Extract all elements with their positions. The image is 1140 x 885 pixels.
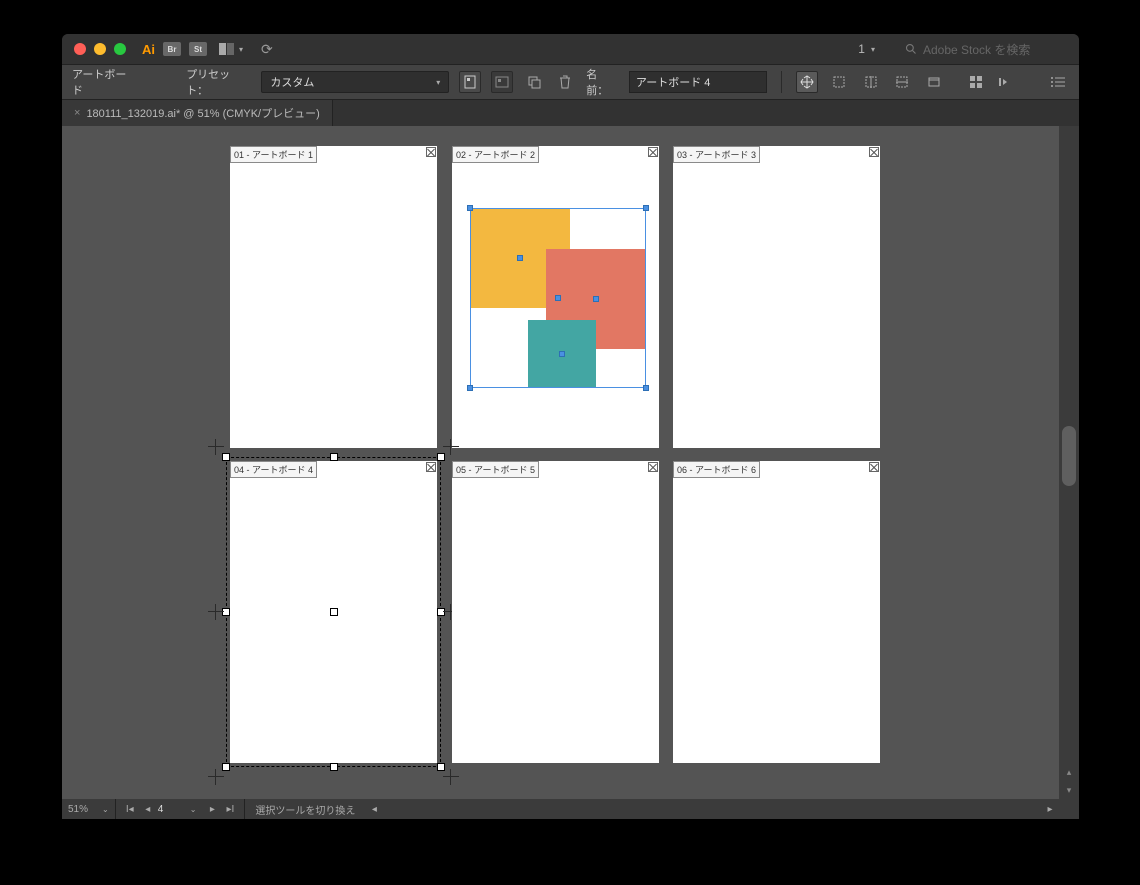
artboard-name-input[interactable]: アートボード 4 <box>629 71 767 93</box>
scroll-down-icon[interactable]: ▾ <box>1059 781 1079 799</box>
document-tabs: × 180111_132019.ai* @ 51% (CMYK/プレビュー) <box>62 100 1079 126</box>
align-btn-1[interactable] <box>828 71 850 93</box>
close-tab-icon[interactable]: × <box>74 107 80 119</box>
scroll-left-icon[interactable]: ◂ <box>365 804 383 815</box>
artboard-close-icon[interactable] <box>869 147 879 157</box>
search-placeholder: Adobe Stock を検索 <box>923 41 1030 58</box>
artboard-options-button[interactable] <box>923 71 945 93</box>
panel-menu-button[interactable] <box>1047 71 1069 93</box>
orientation-landscape-button[interactable] <box>491 71 513 93</box>
close-window-button[interactable] <box>74 43 86 55</box>
panel-toggle-button[interactable] <box>993 71 1015 93</box>
selection-anchor[interactable] <box>555 295 561 301</box>
window-controls <box>74 43 126 55</box>
status-bar: 51% ⌄ I◂ ◂ 4 ⌄ ▸ ▸I 選択ツールを切り換え ◂ ▸ <box>62 799 1059 819</box>
document-tab[interactable]: × 180111_132019.ai* @ 51% (CMYK/プレビュー) <box>62 100 333 126</box>
name-label: 名前： <box>586 66 619 98</box>
artboard-label: 01 - アートボード 1 <box>230 146 317 163</box>
rearrange-all-button[interactable] <box>965 71 987 93</box>
gpu-preview-icon[interactable]: ⟳ <box>261 41 273 58</box>
stock-icon[interactable]: St <box>189 42 207 56</box>
scrollbar-corner <box>1059 799 1079 819</box>
stock-search[interactable]: Adobe Stock を検索 <box>897 39 1067 60</box>
resize-handle[interactable] <box>330 453 338 461</box>
orientation-portrait-button[interactable] <box>459 71 481 93</box>
tool-mode-label: アートボード <box>72 66 137 98</box>
crop-mark <box>208 604 224 620</box>
selection-anchor[interactable] <box>643 385 649 391</box>
zoom-level[interactable]: 51% ⌄ <box>62 799 116 819</box>
crop-mark <box>443 769 459 785</box>
workspace-number: 1 <box>858 42 865 56</box>
bridge-icon[interactable]: Br <box>163 42 181 56</box>
crop-mark <box>443 439 459 455</box>
crop-mark <box>208 439 224 455</box>
chevron-down-icon: ⌄ <box>102 805 109 814</box>
document-tab-title: 180111_132019.ai* @ 51% (CMYK/プレビュー) <box>86 105 319 121</box>
control-bar: アートボード プリセット： カスタム ▾ 名前： アートボード 4 <box>62 64 1079 100</box>
center-handle[interactable] <box>330 608 338 616</box>
scroll-right-icon[interactable]: ▸ <box>1041 804 1059 815</box>
artboard[interactable]: 06 - アートボード 6 <box>673 461 880 763</box>
app-window: Ai Br St ▾ ⟳ 1 ▾ Adobe Stock を検索 アートボード … <box>62 34 1079 819</box>
resize-handle[interactable] <box>330 763 338 771</box>
align-btn-2[interactable] <box>860 71 882 93</box>
artboard[interactable]: 01 - アートボード 1 <box>230 146 437 448</box>
canvas[interactable]: 01 - アートボード 1 02 - アートボード 2 03 - アートボード 3 0… <box>62 126 1059 799</box>
move-artwork-toggle[interactable] <box>796 71 818 93</box>
artboard-label: 06 - アートボード 6 <box>673 461 760 478</box>
vertical-scrollbar[interactable]: ▴ ▾ <box>1059 126 1079 799</box>
delete-artboard-button[interactable] <box>555 71 577 93</box>
align-btn-3[interactable] <box>892 71 914 93</box>
artboard-label: 05 - アートボード 5 <box>452 461 539 478</box>
minimize-window-button[interactable] <box>94 43 106 55</box>
artboard-label: 02 - アートボード 2 <box>452 146 539 163</box>
vertical-scroll-track[interactable] <box>1059 126 1079 763</box>
artboard-navigator: I◂ ◂ 4 ⌄ ▸ ▸I <box>116 799 246 819</box>
preset-value: カスタム <box>270 74 314 90</box>
first-artboard-button[interactable]: I◂ <box>122 804 138 815</box>
next-artboard-button[interactable]: ▸ <box>204 804 220 815</box>
titlebar: Ai Br St ▾ ⟳ 1 ▾ Adobe Stock を検索 <box>62 34 1079 64</box>
selection-anchor[interactable] <box>643 205 649 211</box>
selection-anchor[interactable] <box>517 255 523 261</box>
crop-mark <box>208 769 224 785</box>
selection-anchor[interactable] <box>593 296 599 302</box>
horizontal-scroll-track[interactable] <box>383 799 1041 819</box>
artboard-label: 03 - アートボード 3 <box>673 146 760 163</box>
artboard-close-icon[interactable] <box>648 147 658 157</box>
workspace-switcher[interactable]: 1 ▾ <box>844 42 889 56</box>
search-icon <box>905 43 917 55</box>
scroll-up-icon[interactable]: ▴ <box>1059 763 1079 781</box>
selection-anchor[interactable] <box>467 385 473 391</box>
artboard-number-input[interactable]: 4 <box>158 804 188 815</box>
vertical-scroll-thumb[interactable] <box>1062 426 1076 486</box>
preset-label: プリセット： <box>186 66 251 98</box>
new-artboard-button[interactable] <box>523 71 545 93</box>
artboard-close-icon[interactable] <box>426 147 436 157</box>
zoom-window-button[interactable] <box>114 43 126 55</box>
artboard-close-icon[interactable] <box>648 462 658 472</box>
preset-dropdown[interactable]: カスタム ▾ <box>261 71 449 93</box>
arrange-docs-icon[interactable]: ▾ <box>219 43 243 55</box>
status-hint: 選択ツールを切り換え <box>245 802 365 817</box>
chevron-down-icon[interactable]: ⌄ <box>190 805 197 814</box>
app-logo: Ai <box>142 42 155 57</box>
artboard[interactable]: 03 - アートボード 3 <box>673 146 880 448</box>
artboard[interactable]: 05 - アートボード 5 <box>452 461 659 763</box>
last-artboard-button[interactable]: ▸I <box>222 804 238 815</box>
artboard-close-icon[interactable] <box>869 462 879 472</box>
selection-anchor[interactable] <box>467 205 473 211</box>
prev-artboard-button[interactable]: ◂ <box>140 804 156 815</box>
selection-anchor[interactable] <box>559 351 565 357</box>
